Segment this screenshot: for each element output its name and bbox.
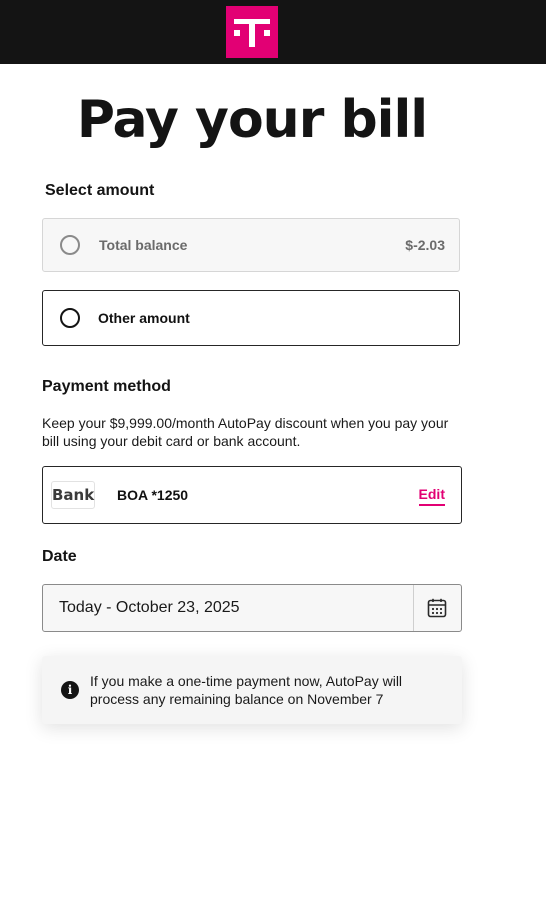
autopay-notice-text: If you make a one-time payment now, Auto… <box>90 673 403 707</box>
date-heading: Date <box>42 548 77 565</box>
select-amount-heading: Select amount <box>45 182 155 199</box>
t-mobile-logo-icon[interactable] <box>226 6 278 58</box>
info-icon: i <box>61 681 79 699</box>
other-amount-radio[interactable] <box>60 308 80 328</box>
bank-account-name: BOA *1250 <box>117 487 189 503</box>
payment-method-heading: Payment method <box>42 378 171 395</box>
payment-date-field[interactable]: Today - October 23, 2025 <box>42 584 462 632</box>
calendar-icon <box>427 598 447 618</box>
autopay-discount-description: Keep your $9,999.00/month AutoPay discou… <box>42 415 449 449</box>
page-title: Pay your bill <box>76 90 428 150</box>
payment-method-card: Bank BOA *1250 Edit <box>42 466 462 524</box>
calendar-button[interactable] <box>413 585 461 631</box>
total-balance-label: Total balance <box>99 237 188 253</box>
total-balance-radio[interactable] <box>60 235 80 255</box>
other-amount-label: Other amount <box>98 310 190 326</box>
payment-date-value: Today - October 23, 2025 <box>59 599 240 616</box>
autopay-notice: i If you make a one-time payment now, Au… <box>42 656 462 724</box>
edit-payment-method-link[interactable]: Edit <box>418 486 445 506</box>
total-balance-option[interactable]: Total balance $-2.03 <box>42 218 460 272</box>
bank-logo-icon: Bank <box>51 481 95 509</box>
other-amount-option[interactable]: Other amount <box>42 290 460 346</box>
top-header-bar <box>0 0 546 64</box>
total-balance-amount: $-2.03 <box>405 237 445 253</box>
